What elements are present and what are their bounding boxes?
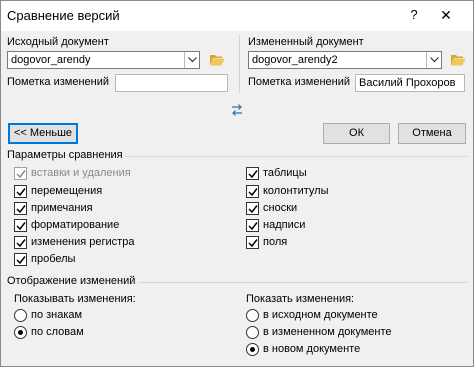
- radio-circle: [246, 326, 259, 339]
- revised-changes-input[interactable]: Василий Прохоров: [355, 74, 465, 92]
- checkmark-icon: [14, 202, 27, 215]
- less-button[interactable]: << Меньше: [8, 123, 78, 144]
- checkmark-icon: [246, 185, 259, 198]
- radio-label: в исходном документе: [263, 309, 378, 321]
- chevron-down-icon[interactable]: [426, 52, 441, 68]
- checkbox-label: форматирование: [31, 219, 120, 231]
- checkmark-icon: [246, 219, 259, 232]
- checkbox-label: поля: [263, 236, 288, 248]
- checkbox-label: сноски: [263, 202, 298, 214]
- radio-label: по словам: [31, 326, 84, 338]
- show-changes-heading: Отображение изменений: [7, 275, 136, 287]
- revised-document-label: Измененный документ: [248, 36, 364, 48]
- radio-label: в новом документе: [263, 343, 361, 355]
- checkbox-label: колонтитулы: [263, 185, 329, 197]
- show-changes-in-label: Показать изменения:: [246, 293, 355, 305]
- section-divider: [139, 282, 467, 283]
- radio-circle: [246, 309, 259, 322]
- chevron-down-icon[interactable]: [184, 52, 199, 68]
- cancel-button[interactable]: Отмена: [398, 123, 466, 144]
- original-document-label: Исходный документ: [7, 36, 109, 48]
- original-document-value: dogovor_arendy: [11, 54, 91, 66]
- swap-arrows-icon[interactable]: [230, 103, 244, 117]
- vertical-divider: [239, 35, 240, 93]
- checkmark-icon: [246, 236, 259, 249]
- radio-label: по знакам: [31, 309, 83, 321]
- radio-dot: [250, 347, 255, 352]
- checkbox-label: пробелы: [31, 253, 76, 265]
- checkmark-icon: [14, 253, 27, 266]
- revised-changes-value: Василий Прохоров: [359, 77, 456, 89]
- checkmark-icon: [14, 167, 27, 180]
- checkmark-icon: [246, 167, 259, 180]
- original-document-combo[interactable]: dogovor_arendy: [7, 51, 200, 69]
- original-changes-label: Пометка изменений: [7, 76, 110, 88]
- revised-document-combo[interactable]: dogovor_arendy2: [248, 51, 442, 69]
- radio-circle: [14, 309, 27, 322]
- folder-open-icon[interactable]: [450, 53, 466, 67]
- close-button[interactable]: ✕: [433, 4, 459, 26]
- show-changes-level-label: Показывать изменения:: [14, 293, 136, 305]
- radio-label: в измененном документе: [263, 326, 392, 338]
- checkbox-label: таблицы: [263, 167, 307, 179]
- radio-dot: [18, 330, 23, 335]
- help-button[interactable]: ?: [403, 4, 425, 26]
- window-title: Сравнение версий: [7, 8, 120, 23]
- checkbox-label: вставки и удаления: [31, 167, 131, 179]
- compare-documents-dialog: Сравнение версий ? ✕ Исходный документ d…: [0, 0, 474, 367]
- revised-document-value: dogovor_arendy2: [252, 54, 338, 66]
- ok-button[interactable]: ОК: [323, 123, 390, 144]
- section-divider: [125, 156, 467, 157]
- comparison-settings-heading: Параметры сравнения: [7, 149, 123, 161]
- original-changes-input[interactable]: [115, 74, 228, 92]
- checkbox-label: надписи: [263, 219, 306, 231]
- checkbox-label: изменения регистра: [31, 236, 135, 248]
- checkmark-icon: [14, 219, 27, 232]
- checkmark-icon: [14, 185, 27, 198]
- checkbox-label: перемещения: [31, 185, 103, 197]
- checkmark-icon: [14, 236, 27, 249]
- revised-changes-label: Пометка изменений: [248, 76, 351, 88]
- radio-circle: [246, 343, 259, 356]
- folder-open-icon[interactable]: [209, 53, 225, 67]
- title-bar: Сравнение версий ? ✕: [1, 1, 473, 31]
- checkbox-label: примечания: [31, 202, 93, 214]
- checkmark-icon: [246, 202, 259, 215]
- radio-circle: [14, 326, 27, 339]
